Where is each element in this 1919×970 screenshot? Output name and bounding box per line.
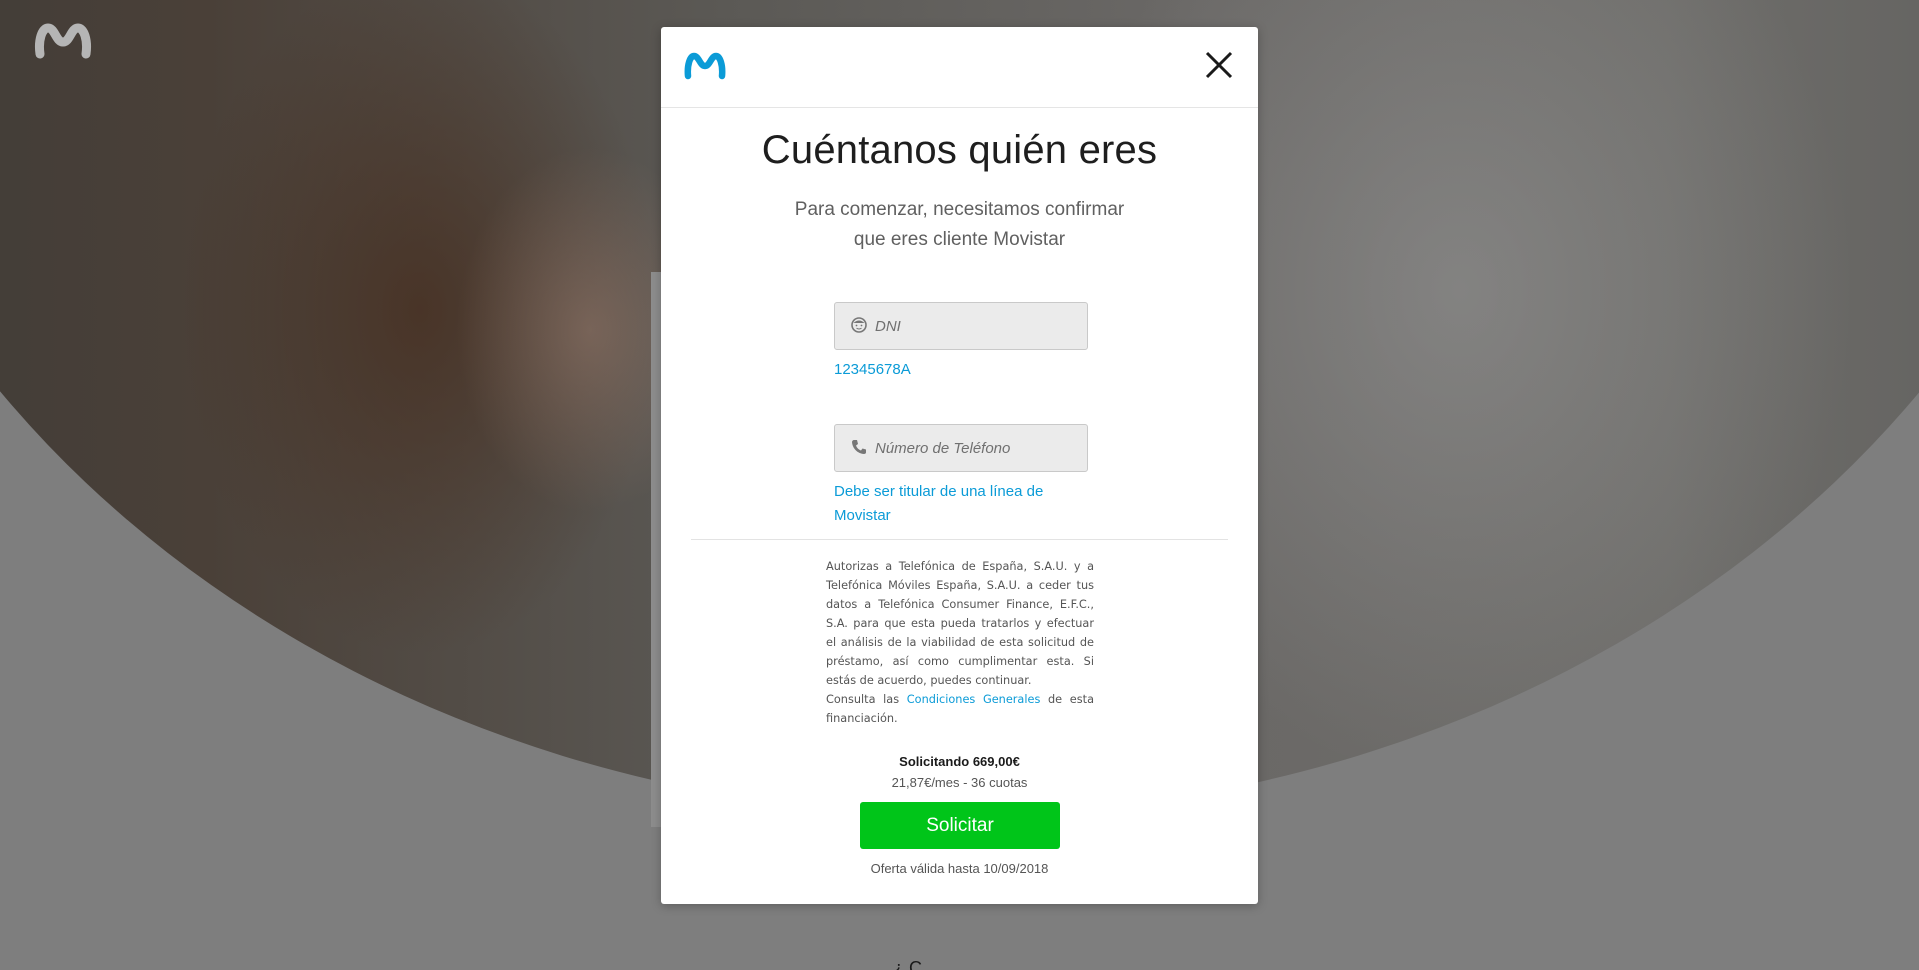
dni-hint: 12345678A (834, 361, 911, 378)
phone-field-block: Debe ser titular de una línea de Movista… (834, 424, 1088, 528)
id-face-icon (851, 317, 867, 333)
offer-validity: Oferta válida hasta 10/09/2018 (870, 861, 1049, 876)
movistar-logo-icon[interactable] (34, 20, 92, 60)
background-bottom-text: ¿ C (893, 958, 922, 970)
dni-field[interactable] (834, 302, 1088, 350)
modal-header (661, 27, 1258, 108)
legal-text: Autorizas a Telefónica de España, S.A.U.… (826, 557, 1094, 728)
modal-subtitle: Para comenzar, necesitamos confirmar que… (794, 199, 1125, 250)
conditions-link[interactable]: Condiciones Generales (907, 693, 1041, 706)
phone-field[interactable] (834, 424, 1088, 472)
installments-text: 21,87€/mes - 36 cuotas (891, 775, 1028, 790)
consult-prefix: Consulta las (826, 693, 900, 706)
phone-icon (852, 440, 866, 454)
identify-modal: Cuéntanos quién eres Para comenzar, nece… (661, 27, 1258, 904)
dni-field-block: 12345678A (834, 302, 1088, 382)
phone-hint: Debe ser titular de una línea de Movista… (834, 483, 1044, 524)
legal-paragraph: Autorizas a Telefónica de España, S.A.U.… (826, 560, 1094, 687)
movistar-logo-icon (684, 52, 726, 80)
dni-input[interactable] (875, 303, 1075, 349)
submit-button[interactable]: Solicitar (860, 802, 1060, 849)
divider (691, 539, 1228, 540)
modal-title: Cuéntanos quién eres (761, 128, 1158, 172)
phone-input[interactable] (875, 425, 1075, 471)
requested-amount: Solicitando 669,00€ (899, 754, 1020, 769)
close-icon[interactable] (1202, 48, 1236, 82)
background-strip (651, 272, 661, 827)
